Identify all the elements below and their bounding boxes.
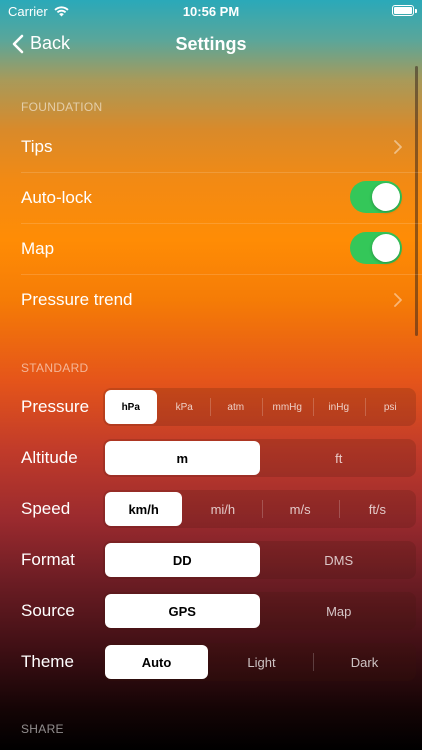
row-map: Map	[0, 224, 422, 274]
segment-kmh[interactable]: km/h	[105, 492, 183, 526]
format-label: Format	[21, 550, 75, 569]
segment-dms[interactable]: DMS	[262, 541, 417, 579]
toggle-knob	[372, 234, 400, 262]
battery-icon	[392, 5, 417, 16]
tips-label: Tips	[21, 137, 53, 156]
segment-ms[interactable]: m/s	[261, 490, 339, 528]
theme-segmented-control: Auto Light Dark	[103, 643, 416, 681]
source-label: Source	[21, 601, 75, 620]
segment-kpa[interactable]: kPa	[159, 388, 211, 426]
status-time: 10:56 PM	[182, 4, 240, 19]
row-auto-lock: Auto-lock	[0, 173, 422, 223]
theme-label: Theme	[21, 652, 74, 671]
segment-gps[interactable]: GPS	[105, 594, 260, 628]
segment-ft[interactable]: ft	[262, 439, 417, 477]
auto-lock-toggle[interactable]	[350, 181, 402, 213]
row-pressure-trend[interactable]: Pressure trend	[0, 275, 422, 325]
pressure-trend-label: Pressure trend	[21, 290, 133, 309]
auto-lock-label: Auto-lock	[21, 188, 92, 207]
row-tips[interactable]: Tips	[0, 122, 422, 172]
map-toggle[interactable]	[350, 232, 402, 264]
chevron-right-icon	[394, 140, 402, 154]
altitude-label: Altitude	[21, 448, 78, 467]
segment-mih[interactable]: mi/h	[184, 490, 261, 528]
chevron-right-icon	[394, 293, 402, 307]
speed-label: Speed	[21, 499, 71, 518]
segment-m[interactable]: m	[105, 441, 260, 475]
segment-dd[interactable]: DD	[105, 543, 260, 577]
segment-auto[interactable]: Auto	[105, 645, 208, 679]
pressure-unit-segmented-control: hPa kPa atm mmHg inHg psi	[103, 388, 416, 426]
segment-fts[interactable]: ft/s	[338, 490, 416, 528]
map-label: Map	[21, 239, 55, 258]
segment-map[interactable]: Map	[262, 592, 417, 630]
section-header-foundation: FOUNDATION	[21, 100, 103, 114]
segment-atm[interactable]: atm	[210, 388, 262, 426]
section-header-share: SHARE	[21, 722, 64, 736]
section-header-standard: STANDARD	[21, 361, 89, 375]
segment-mmhg[interactable]: mmHg	[261, 388, 314, 426]
toggle-knob	[372, 183, 400, 211]
segment-light[interactable]: Light	[210, 643, 313, 681]
altitude-unit-segmented-control: m ft	[103, 439, 416, 477]
navigation-bar: Back Settings	[0, 26, 422, 62]
speed-unit-segmented-control: km/h mi/h m/s ft/s	[103, 490, 416, 528]
segment-dark[interactable]: Dark	[313, 643, 416, 681]
page-title: Settings	[175, 34, 247, 54]
status-bar: Carrier 10:56 PM	[0, 0, 422, 24]
segment-inhg[interactable]: inHg	[313, 388, 365, 426]
format-segmented-control: DD DMS	[103, 541, 416, 579]
pressure-label: Pressure	[21, 397, 90, 416]
segment-hpa[interactable]: hPa	[105, 390, 157, 424]
segment-psi[interactable]: psi	[364, 388, 417, 426]
source-segmented-control: GPS Map	[103, 592, 416, 630]
